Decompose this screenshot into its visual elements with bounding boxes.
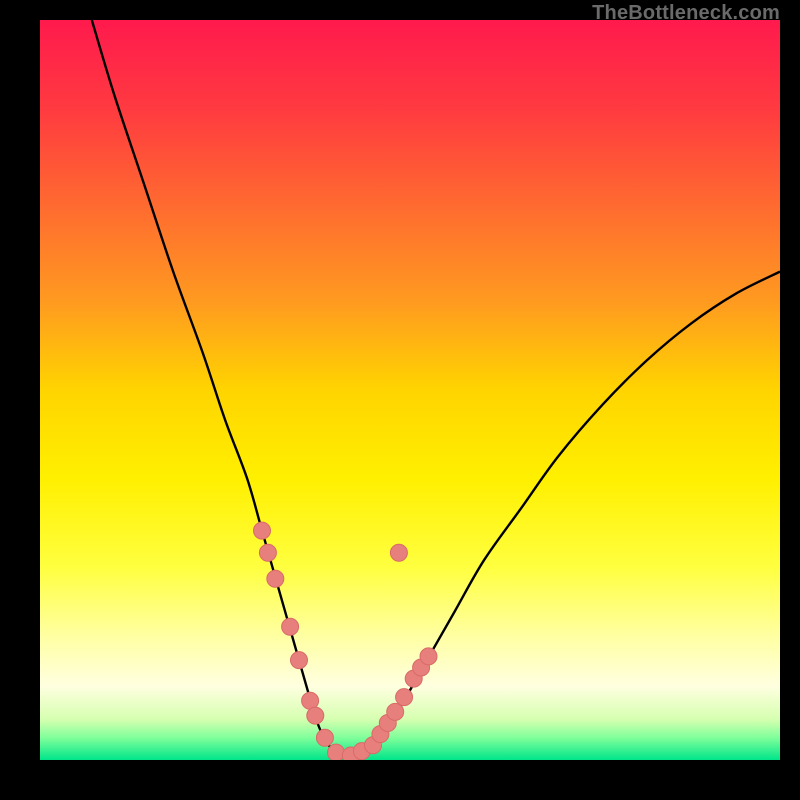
marker-point — [267, 570, 284, 587]
marker-point — [387, 703, 404, 720]
marker-point — [291, 652, 308, 669]
marker-point — [420, 648, 437, 665]
marker-point — [307, 707, 324, 724]
marker-point — [316, 729, 333, 746]
marker-point — [396, 689, 413, 706]
marker-point — [254, 522, 271, 539]
marker-point — [259, 544, 276, 561]
marker-point — [328, 744, 345, 760]
chart-frame: TheBottleneck.com — [0, 0, 800, 800]
marker-point — [390, 544, 407, 561]
marker-point — [282, 618, 299, 635]
plot-area — [40, 20, 780, 760]
gradient-background — [40, 20, 780, 760]
bottleneck-chart — [40, 20, 780, 760]
